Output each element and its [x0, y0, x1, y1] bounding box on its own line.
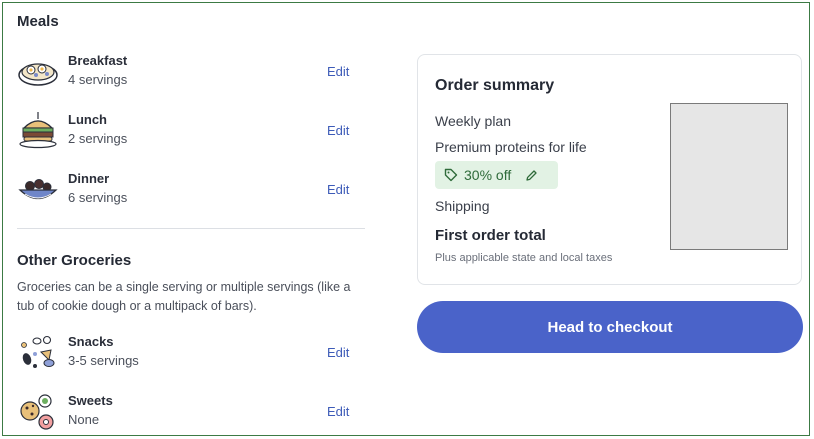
grocery-servings: None	[68, 412, 100, 427]
edit-lunch-button[interactable]: Edit	[327, 123, 349, 138]
section-divider	[17, 228, 365, 229]
head-to-checkout-button[interactable]: Head to checkout	[417, 301, 803, 353]
grocery-servings: 3-5 servings	[68, 353, 139, 368]
left-panel: Meals Breakfast 4 servings Edit Lunch 2 …	[17, 3, 367, 435]
snacks-icon	[21, 335, 55, 368]
order-summary-card: Order summary Weekly plan Premium protei…	[417, 54, 802, 285]
grocery-row-sweets: Sweets None Edit	[17, 389, 357, 433]
edit-dinner-button[interactable]: Edit	[327, 182, 349, 197]
other-groceries-heading: Other Groceries	[17, 252, 132, 269]
tag-icon	[444, 168, 458, 182]
meal-name: Breakfast	[68, 53, 128, 68]
first-order-total-label: First order total	[435, 227, 546, 244]
meal-row-dinner: Dinner 6 servings Edit	[17, 167, 357, 211]
discount-label: 30% off	[464, 167, 512, 183]
grocery-name: Sweets	[68, 393, 113, 408]
meals-heading: Meals	[17, 13, 59, 30]
meal-row-breakfast: Breakfast 4 servings Edit	[17, 49, 357, 93]
sandwich-icon	[19, 112, 57, 149]
edit-snacks-button[interactable]: Edit	[327, 345, 349, 360]
weekly-plan-label: Weekly plan	[435, 113, 512, 129]
taxes-note: Plus applicable state and local taxes	[435, 252, 613, 264]
pencil-icon[interactable]	[525, 169, 538, 182]
discount-badge[interactable]: 30% off	[435, 161, 558, 189]
shipping-label: Shipping	[435, 198, 490, 214]
meal-row-lunch: Lunch 2 servings Edit	[17, 108, 357, 152]
order-summary-title: Order summary	[435, 77, 555, 94]
dinner-bowl-icon	[18, 179, 58, 200]
meal-name: Dinner	[68, 171, 110, 186]
meal-name: Lunch	[68, 112, 107, 127]
grocery-name: Snacks	[68, 334, 114, 349]
edit-sweets-button[interactable]: Edit	[327, 404, 349, 419]
grocery-row-snacks: Snacks 3-5 servings Edit	[17, 330, 357, 374]
groceries-description: Groceries can be a single serving or mul…	[17, 280, 351, 313]
app-frame: Meals Breakfast 4 servings Edit Lunch 2 …	[2, 2, 810, 436]
edit-breakfast-button[interactable]: Edit	[327, 64, 349, 79]
breakfast-bowl-icon	[18, 63, 58, 86]
meal-servings: 2 servings	[68, 131, 128, 146]
meal-servings: 6 servings	[68, 190, 128, 205]
premium-proteins-label: Premium proteins for life	[435, 139, 587, 155]
meal-servings: 4 servings	[68, 72, 128, 87]
price-column-placeholder	[670, 103, 788, 250]
sweets-icon	[20, 394, 54, 430]
